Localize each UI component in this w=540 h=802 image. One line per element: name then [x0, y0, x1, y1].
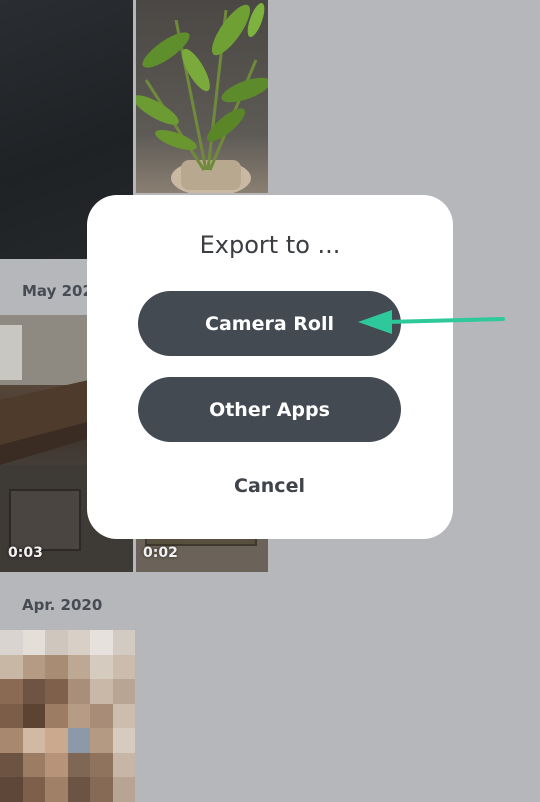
cancel-button[interactable]: Cancel [138, 467, 401, 505]
other-apps-button[interactable]: Other Apps [138, 377, 401, 442]
video-duration: 0:02 [143, 545, 178, 561]
section-date-apr: Apr. 2020 [22, 596, 103, 614]
export-dialog: Export to ... Camera Roll Other Apps Can… [87, 195, 453, 539]
annotation-arrow-icon [358, 310, 505, 334]
dialog-title: Export to ... [199, 231, 341, 259]
plant-image [136, 2, 268, 193]
photo-thumbnail-pixelated[interactable] [0, 630, 135, 802]
video-duration: 0:03 [8, 545, 43, 561]
photo-thumbnail-plant[interactable] [136, 0, 268, 193]
